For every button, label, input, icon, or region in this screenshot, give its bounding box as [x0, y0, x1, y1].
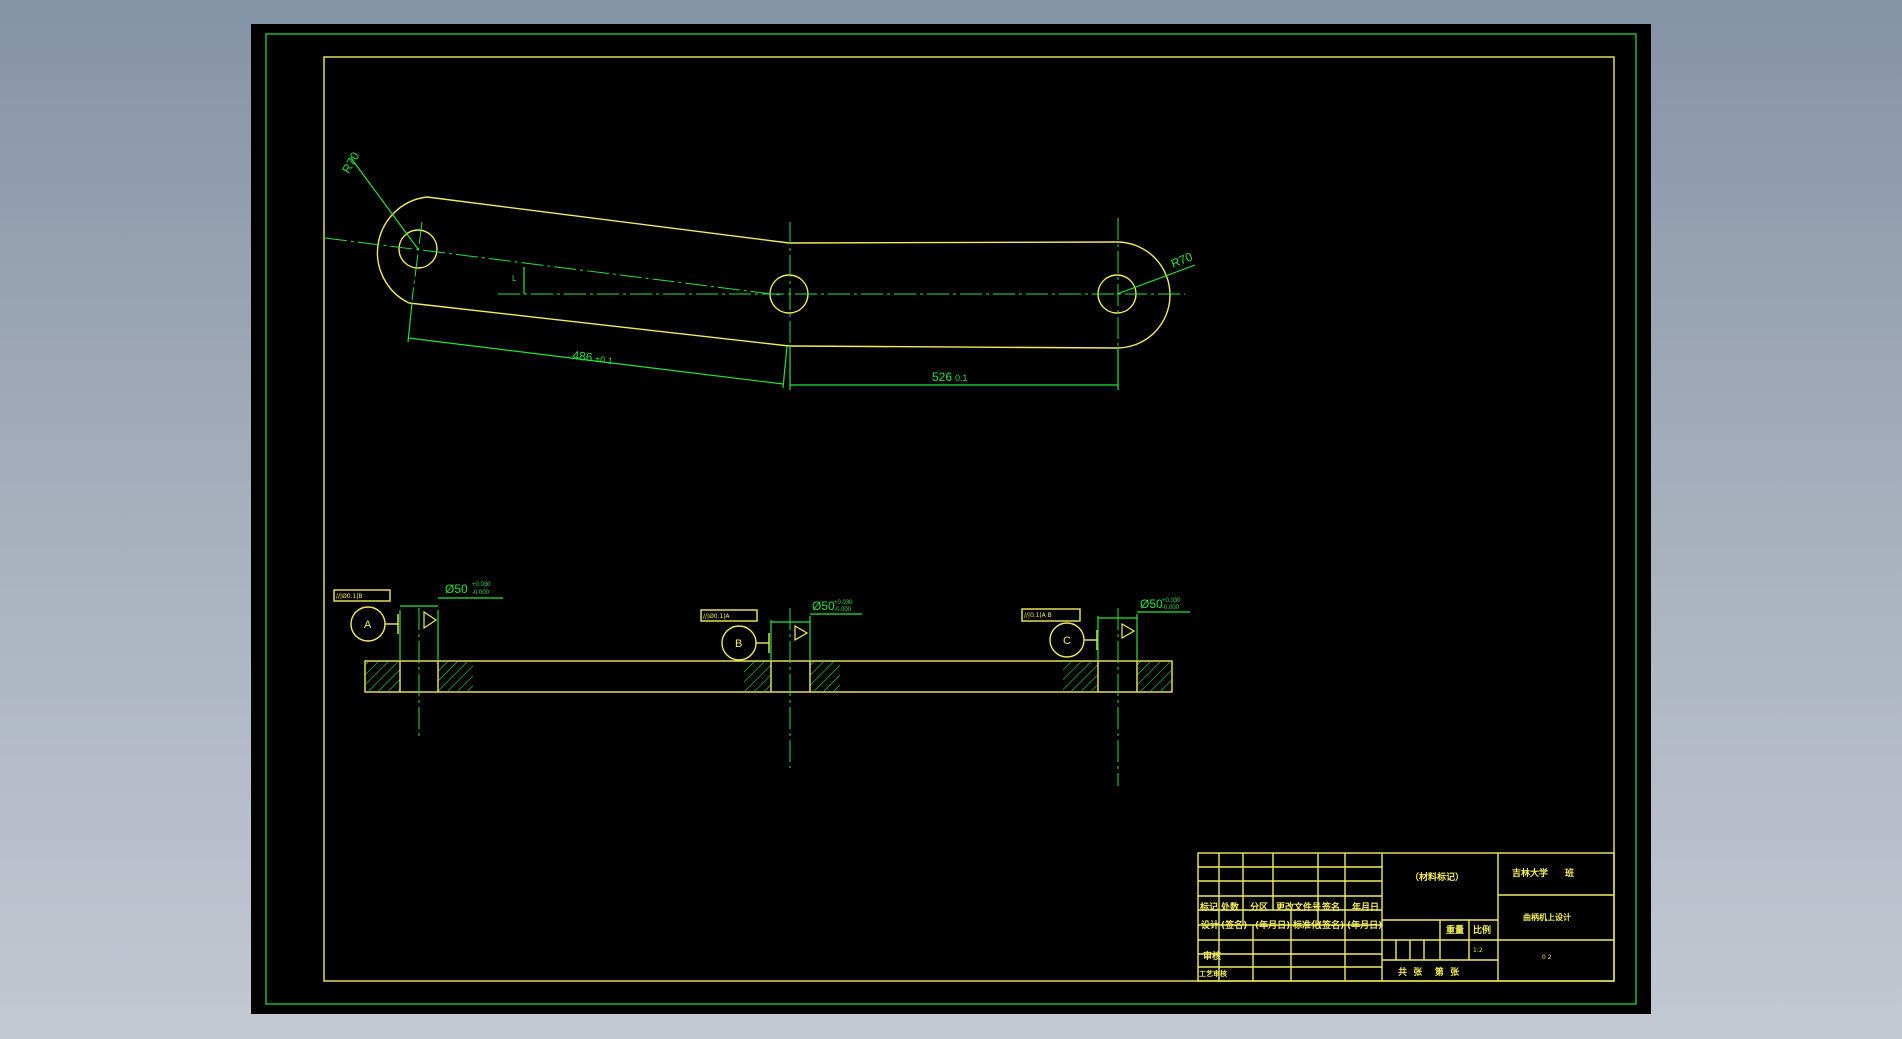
dia-c-label: Ø50 — [1140, 597, 1163, 611]
tb-weight-label: 重量 — [1446, 924, 1464, 936]
tb-hdr-1: 处数 — [1220, 901, 1240, 913]
tb-design-0: 设计 — [1201, 919, 1219, 931]
hatch-b-right — [810, 662, 840, 691]
dia-b-tol-lo: -0.000 — [834, 607, 852, 613]
dia-c-tol-lo: -0.000 — [1162, 605, 1180, 611]
tb-hdr-5: 年月日 — [1352, 901, 1379, 913]
fcf-a-text: //|Ø0.1|B — [336, 593, 362, 600]
dia-b-tol-up: +0.030 — [834, 600, 853, 606]
cad-drawing-canvas[interactable]: R70 R70 L 486±0.1 526 0.1 //|Ø0.1|B A Ø5… — [0, 0, 1902, 1039]
tb-hdr-3: 更改文件号 — [1276, 901, 1321, 913]
datum-letter-a: A — [364, 619, 372, 631]
tb-hdr-4: 签名 — [1321, 901, 1340, 913]
tb-audit-label: 审核 — [1203, 950, 1221, 962]
hatch-a-right — [438, 662, 473, 691]
dia-b-label: Ø50 — [812, 599, 835, 613]
dia-a-label: Ø50 — [445, 582, 468, 596]
tb-school: 吉林大学 — [1512, 867, 1548, 879]
tb-drawing-name: 曲柄机上设计 — [1523, 912, 1571, 922]
datum-letter-c: C — [1063, 635, 1071, 647]
drawing-sheet — [251, 24, 1651, 1014]
tb-design-1: (签名) — [1221, 919, 1247, 931]
tb-material: （材料标记） — [1410, 871, 1464, 883]
offset-label: L — [512, 274, 517, 283]
hatch-b-left — [744, 662, 771, 691]
dim-526-label: 526 0.1 — [932, 370, 968, 384]
hatch-a-left — [366, 662, 400, 691]
tb-drawing-no: 0 2 — [1542, 954, 1552, 961]
tb-design-3: 标准化 — [1292, 919, 1320, 931]
tb-hdr-2: 分区 — [1250, 901, 1268, 913]
dia-a-tol-up: +0.030 — [472, 582, 491, 588]
datum-letter-b: B — [735, 638, 742, 650]
tb-design-2: (年月日) — [1255, 919, 1290, 931]
hatch-c-right — [1137, 662, 1171, 691]
fcf-c-text: //|0.1|A B — [1024, 612, 1052, 619]
hatch-c-left — [1063, 662, 1098, 691]
fcf-b-text: //|Ø0.1|A — [703, 613, 730, 620]
tb-class: 班 — [1565, 867, 1574, 879]
tb-sheets-label: 共 张 第 张 — [1398, 966, 1460, 978]
tb-scale-value: 1:2 — [1473, 947, 1483, 954]
tb-hdr-0: 标记 — [1199, 901, 1218, 913]
dia-a-tol-lo: -0.000 — [472, 590, 490, 596]
tb-design-5: (年月日) — [1347, 919, 1382, 931]
tb-craft-label: 工艺审核 — [1199, 969, 1227, 978]
tb-design-4: (签名) — [1318, 919, 1344, 931]
tb-scale-label: 比例 — [1473, 924, 1491, 936]
dia-c-tol-up: +0.030 — [1162, 598, 1181, 604]
